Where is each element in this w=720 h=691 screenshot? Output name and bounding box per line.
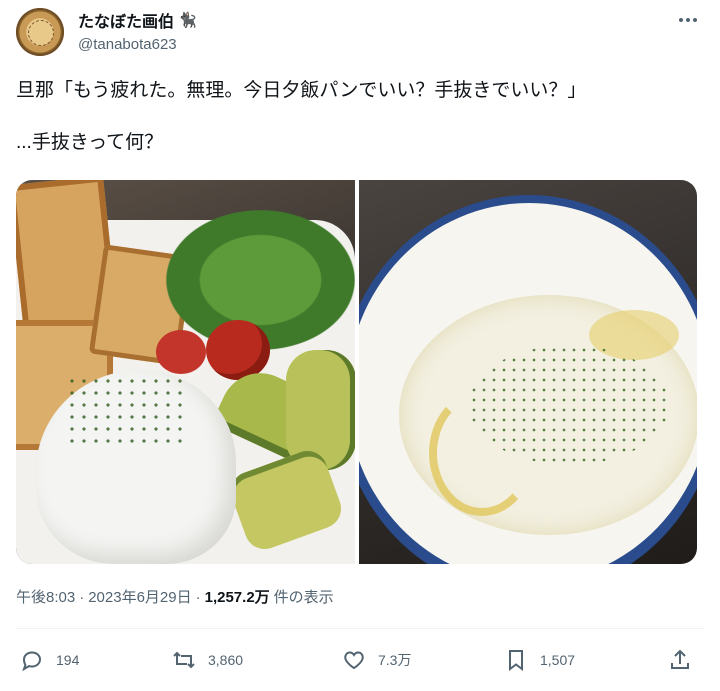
- bookmark-button[interactable]: 1,507: [504, 640, 575, 680]
- retweet-count: 3,860: [208, 652, 244, 668]
- photo-bread-salad-plate[interactable]: [16, 180, 355, 564]
- like-count: 7.3万: [378, 652, 412, 668]
- author-handle[interactable]: @tanabota623: [78, 36, 177, 53]
- author-name-row[interactable]: たなぼた画伯 🐈‍⬛: [78, 8, 197, 32]
- bookmark-count: 1,507: [540, 652, 576, 668]
- view-count: 1,257.2万: [204, 589, 270, 606]
- heart-icon: [344, 651, 364, 670]
- tweet-meta: 午後8:03 · 2023年6月29日 · 1,257.2万 件の表示: [16, 586, 334, 607]
- view-count-label: 件の表示: [273, 589, 334, 606]
- reply-button[interactable]: 194: [20, 640, 79, 680]
- photo-soup-bowl[interactable]: [359, 180, 697, 564]
- share-button[interactable]: [668, 640, 692, 680]
- tweet-text: 旦那「もう疲れた。無理。今日夕飯パンでいい？手抜きでいい？」 ...手抜きって何…: [16, 80, 587, 153]
- share-icon: [671, 649, 689, 669]
- reply-icon: [22, 651, 42, 672]
- meta-separator: ·: [79, 589, 85, 606]
- reply-count: 194: [56, 652, 80, 668]
- action-bar: 194 3,860 7.3万 1,507: [16, 640, 704, 680]
- tweet-time[interactable]: 午後8:03: [16, 586, 75, 607]
- tweet-date[interactable]: 2023年6月29日: [88, 586, 191, 607]
- meta-separator: ·: [195, 589, 201, 606]
- divider: [16, 628, 704, 629]
- retweet-button[interactable]: 3,860: [172, 640, 243, 680]
- black-cat-icon: 🐈‍⬛: [178, 12, 197, 29]
- tweet-media[interactable]: [16, 180, 697, 564]
- retweet-icon: [173, 651, 195, 669]
- author-display-name[interactable]: たなぼた画伯: [78, 8, 174, 32]
- bookmark-icon: [509, 650, 523, 671]
- like-button[interactable]: 7.3万: [342, 640, 411, 680]
- avatar[interactable]: [16, 8, 64, 56]
- more-icon[interactable]: [672, 8, 704, 32]
